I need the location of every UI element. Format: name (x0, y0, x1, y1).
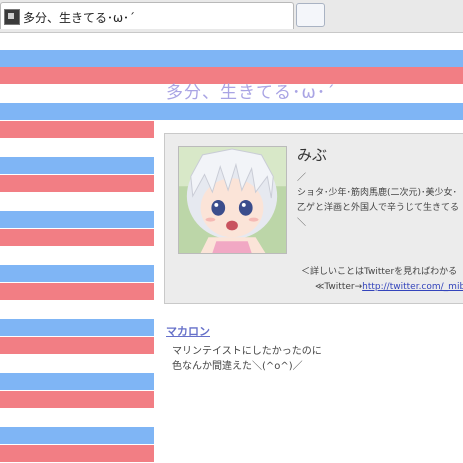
profile-description: ／ ショタ･少年･筋肉馬鹿(二次元)･美少女･ 乙ゲと洋画と外国人で辛うじて生き… (297, 171, 459, 231)
sidebar-stripe-blue (0, 319, 154, 336)
profile-line: ショタ･少年･筋肉馬鹿(二次元)･美少女･ (297, 188, 458, 198)
header-stripe-blue (0, 103, 463, 120)
profile-note-text: ＜詳しいことはTwitterを見ればわかる (301, 267, 458, 277)
sidebar-stripe-pink (0, 121, 154, 138)
browser-tab[interactable]: 多分、生きてる･ω･´ (0, 2, 294, 29)
sidebar-stripe-pink (0, 391, 154, 408)
twitter-line: ≪Twitter→http://twitter.com/_mib (301, 280, 463, 295)
header-stripe-blue (0, 50, 463, 67)
sidebar-stripe-blue (0, 373, 154, 390)
sidebar-stripe-pink (0, 229, 154, 246)
profile-line: ＼ (297, 218, 307, 228)
browser-tab-bar: 多分、生きてる･ω･´ (0, 0, 463, 33)
profile-line: ／ (297, 173, 307, 183)
blog-page: 多分、生きてる･ω･´ みぶ ／ ショタ･少年･筋肉馬鹿(二次元)･美少女･ 乙… (0, 33, 463, 463)
tab-title: 多分、生きてる･ω･´ (23, 11, 136, 25)
twitter-prefix: ≪Twitter→ (315, 282, 363, 292)
twitter-link[interactable]: http://twitter.com/_mib (362, 282, 463, 292)
entry-title-link[interactable]: マカロン (166, 323, 210, 339)
blog-favicon-icon (4, 9, 20, 25)
sidebar-stripe-blue (0, 265, 154, 282)
sidebar-stripe-pink (0, 175, 154, 192)
entry-line: マリンテイストにしたかったのに (172, 346, 322, 357)
entry-body: マリンテイストにしたかったのに 色なんか間違えた＼(^o^)／ (172, 344, 322, 374)
blog-title[interactable]: 多分、生きてる･ω･´ (166, 78, 336, 103)
sidebar-stripe-blue (0, 427, 154, 444)
sidebar-stripe-blue (0, 157, 154, 174)
anime-avatar-image (179, 147, 286, 253)
sidebar-stripe-blue (0, 211, 154, 228)
profile-line: 乙ゲと洋画と外国人で辛うじて生きてる (297, 203, 460, 213)
avatar (178, 146, 287, 254)
sidebar-stripe-pink (0, 283, 154, 300)
new-tab-button[interactable] (296, 3, 325, 27)
entry-line: 色なんか間違えた＼(^o^)／ (172, 361, 303, 372)
sidebar-stripe-pink (0, 445, 154, 462)
profile-box: みぶ ／ ショタ･少年･筋肉馬鹿(二次元)･美少女･ 乙ゲと洋画と外国人で辛うじ… (164, 133, 463, 304)
profile-name: みぶ (297, 146, 328, 164)
sidebar-stripe-pink (0, 337, 154, 354)
profile-note: ＜詳しいことはTwitterを見ればわかる ≪Twitter→http://tw… (301, 265, 463, 295)
